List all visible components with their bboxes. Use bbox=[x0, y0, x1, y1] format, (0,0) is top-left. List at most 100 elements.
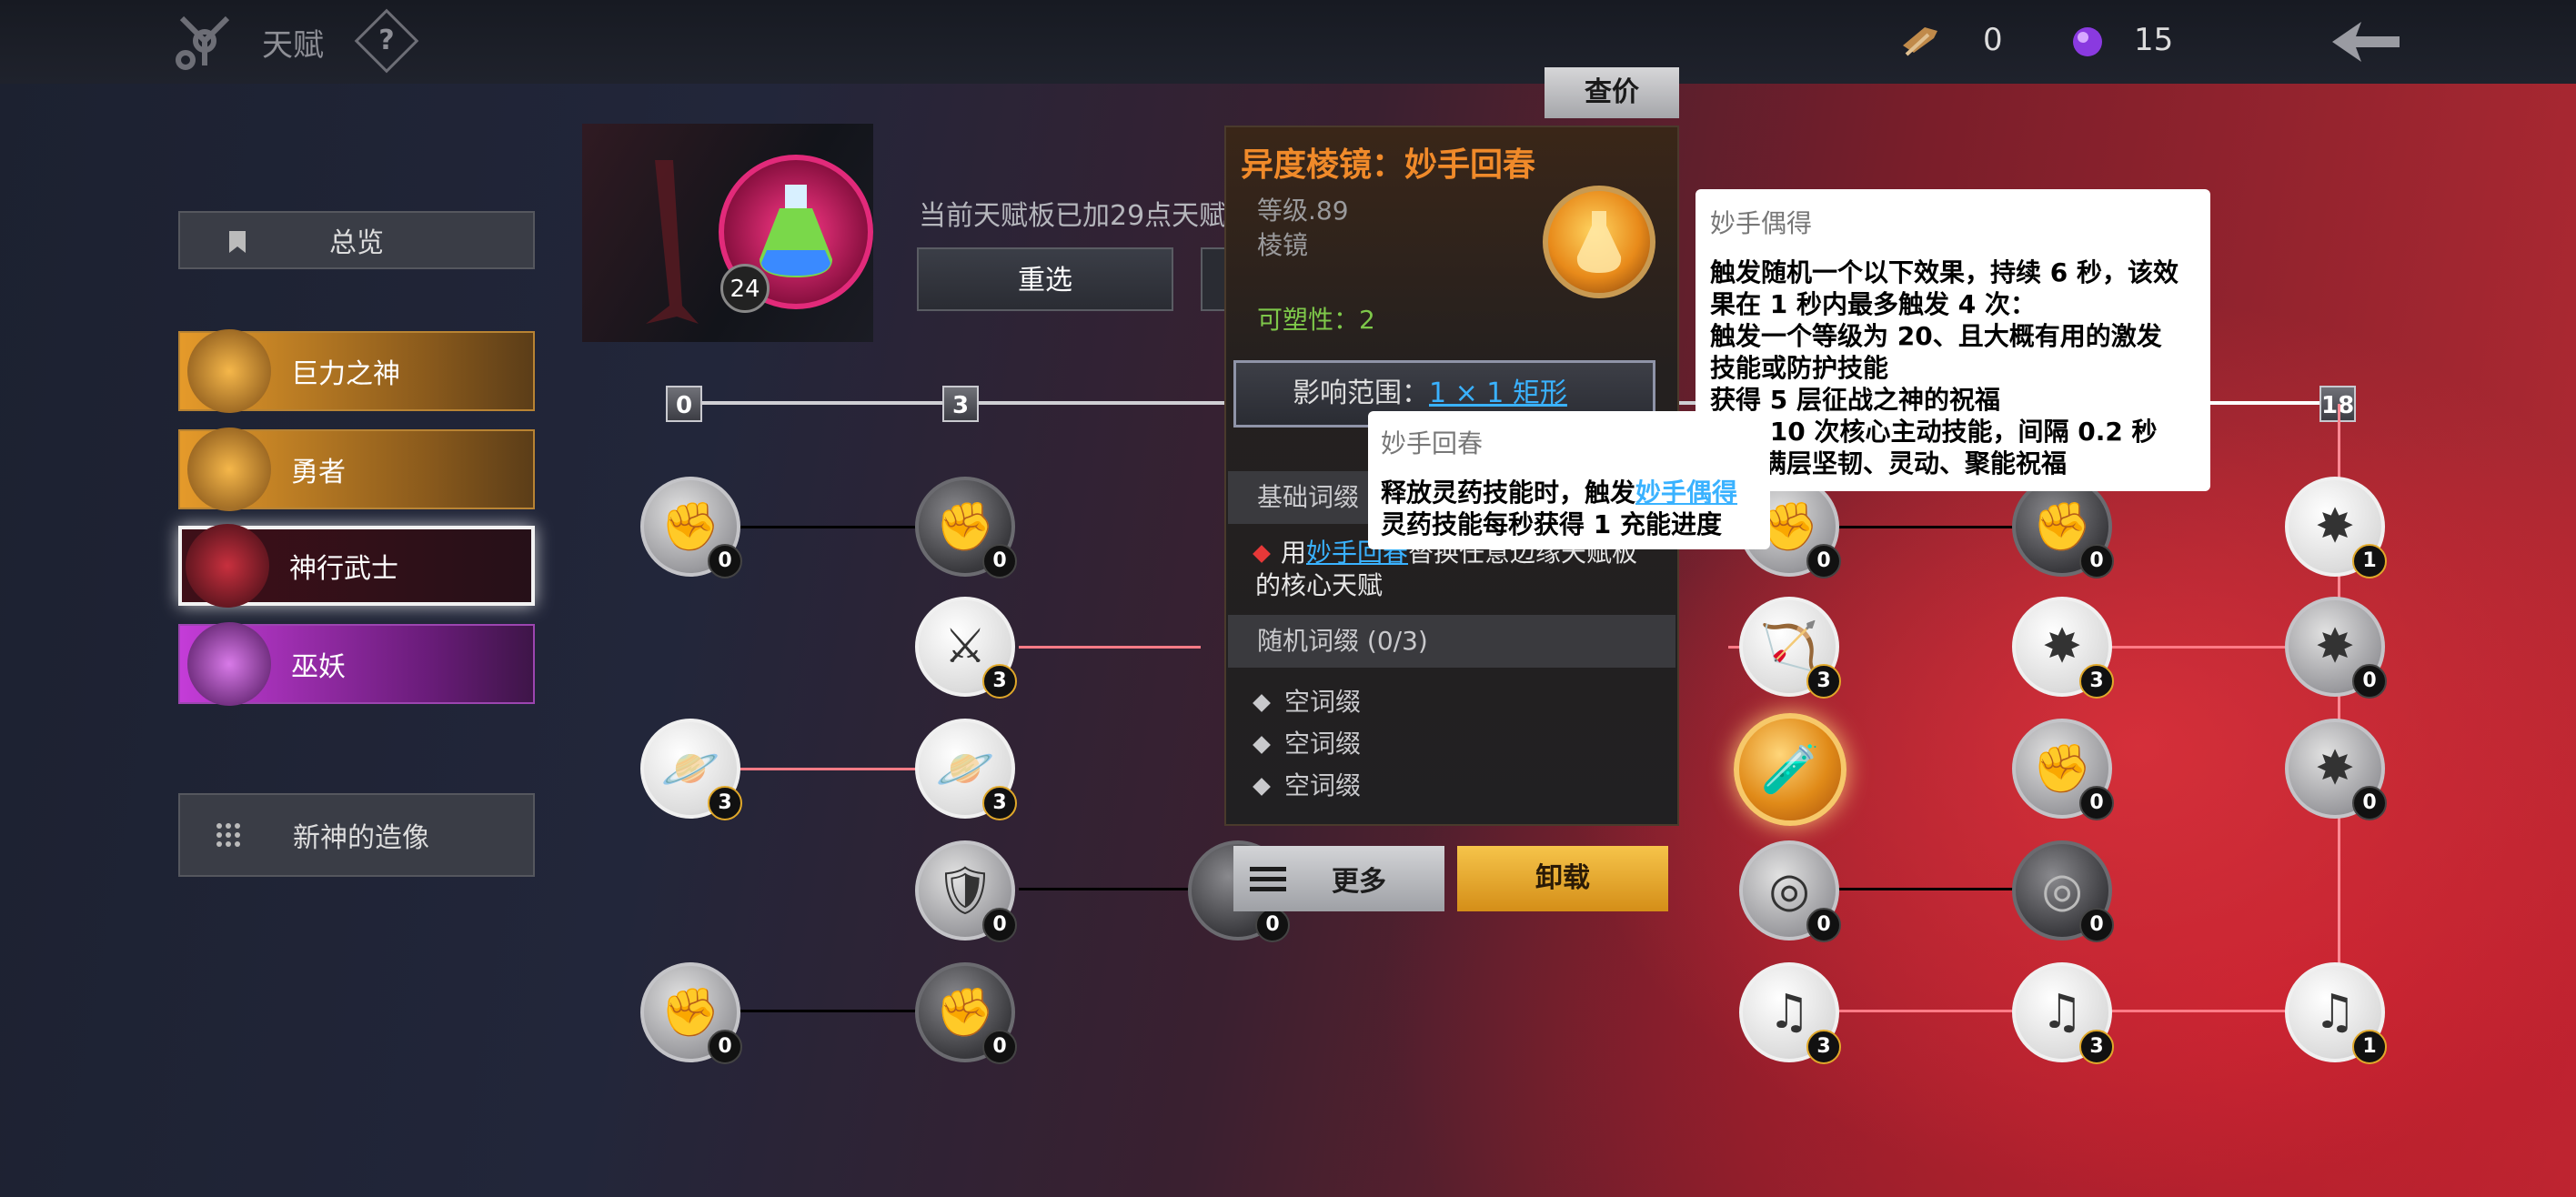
board-level-badge: 24 bbox=[720, 264, 770, 313]
tooltip-line: 获得 5 层征战之神的祝福 bbox=[1710, 385, 2000, 415]
talent-logo-icon bbox=[173, 9, 236, 73]
tooltip-line: 灵药技能每秒获得 1 充能进度 bbox=[1381, 509, 1722, 539]
talent-node[interactable]: 🪐 3 bbox=[915, 719, 1017, 820]
price-check-button[interactable]: 查价 bbox=[1545, 67, 1679, 118]
track-marker-0: 0 bbox=[666, 386, 702, 422]
node-count: 0 bbox=[1255, 908, 1290, 942]
range-value-link[interactable]: 1 × 1 矩形 bbox=[1429, 377, 1567, 409]
node-count: 1 bbox=[2352, 544, 2387, 578]
talent-node[interactable]: ✊ 0 bbox=[915, 962, 1017, 1064]
more-button[interactable]: 更多 bbox=[1233, 846, 1444, 911]
overview-button[interactable]: 总览 bbox=[178, 211, 535, 269]
nav-item-lich[interactable]: 巫妖 bbox=[178, 622, 535, 706]
node-count: 0 bbox=[982, 1030, 1017, 1064]
tooltip-link[interactable]: 妙手偶得 bbox=[1635, 478, 1737, 508]
armor-icon: 🛡 bbox=[934, 863, 996, 919]
node-count: 0 bbox=[708, 544, 742, 578]
item-type: 棱镜 bbox=[1257, 230, 1309, 260]
talent-node[interactable]: ⚔ 3 bbox=[915, 597, 1017, 699]
random-affix-3: 空词缀 bbox=[1253, 766, 1362, 802]
talent-node[interactable]: ♫ 1 bbox=[2285, 962, 2387, 1064]
node-count: 0 bbox=[2079, 544, 2114, 578]
fist-icon: ✊ bbox=[660, 499, 720, 555]
node-count: 1 bbox=[2352, 1030, 2387, 1064]
prism-node-miaoshou-huichun[interactable]: 🧪 bbox=[1734, 713, 1846, 826]
talent-node[interactable]: 🛡 0 bbox=[915, 840, 1017, 942]
talent-node[interactable]: 🏹 3 bbox=[1739, 597, 1841, 699]
fist-icon: ✊ bbox=[935, 499, 995, 555]
connector-line bbox=[737, 526, 919, 528]
connector-line bbox=[2110, 1010, 2292, 1012]
item-title: 异度棱镜：妙手回春 bbox=[1241, 146, 1536, 184]
lich-emblem-icon bbox=[187, 622, 271, 706]
connector-line bbox=[1019, 646, 1201, 649]
tooltip-line: 技能或防护技能 bbox=[1710, 353, 1889, 383]
music-note-icon: ♫ bbox=[2040, 985, 2084, 1040]
connector-line bbox=[1837, 1010, 2019, 1012]
tooltip-title: 妙手偶得 bbox=[1710, 208, 1813, 238]
new-god-statue-button[interactable]: 新神的造像 bbox=[178, 793, 535, 877]
item-level: 等级.89 bbox=[1257, 196, 1349, 226]
talent-node[interactable]: ✊ 0 bbox=[640, 477, 742, 578]
grid-dots-icon bbox=[216, 823, 240, 847]
tooltip-line: 触发 10 次核心主动技能，间隔 0.2 秒 bbox=[1710, 417, 2158, 447]
overview-label: 总览 bbox=[329, 227, 384, 259]
talent-node[interactable]: ✊ 0 bbox=[2012, 477, 2114, 578]
nav-item-label: 勇者 bbox=[291, 457, 346, 488]
connector-line bbox=[737, 1010, 919, 1012]
tooltip-line: 触发随机一个以下效果，持续 6 秒，该效 bbox=[1710, 257, 2179, 287]
talent-node[interactable]: ◎ 0 bbox=[1739, 840, 1841, 942]
talent-node[interactable]: ✸ 0 bbox=[2285, 719, 2387, 820]
bookmark-icon bbox=[229, 231, 246, 253]
music-note-icon: ♫ bbox=[2313, 985, 2357, 1040]
item-plasticity: 可塑性：2 bbox=[1257, 305, 1375, 335]
diamond-icon bbox=[1253, 778, 1271, 796]
node-count: 3 bbox=[982, 786, 1017, 820]
back-arrow-icon[interactable] bbox=[2329, 16, 2401, 67]
node-count: 3 bbox=[982, 664, 1017, 699]
connector-line bbox=[1837, 526, 2019, 528]
connector-line bbox=[1019, 888, 1201, 890]
random-affix-2: 空词缀 bbox=[1253, 724, 1362, 760]
nav-item-divine-warrior[interactable]: 神行武士 bbox=[178, 524, 535, 608]
node-count: 3 bbox=[2079, 1030, 2114, 1064]
affix-label: 空词缀 bbox=[1284, 770, 1362, 800]
talent-node[interactable]: ✊ 0 bbox=[640, 962, 742, 1064]
tooltip-line: 释放灵药技能时，触发妙手偶得 bbox=[1381, 477, 1757, 508]
hero-emblem-icon bbox=[187, 428, 271, 511]
unload-button[interactable]: 卸载 bbox=[1457, 846, 1668, 911]
reselect-button[interactable]: 重选 bbox=[917, 247, 1173, 311]
bow-icon: 🏹 bbox=[1759, 619, 1819, 675]
tooltip-line: 获得满层坚韧、灵动、聚能祝福 bbox=[1710, 448, 2068, 478]
target-icon: ◎ bbox=[2041, 863, 2083, 918]
range-label: 影响范围： bbox=[1293, 377, 1429, 409]
talent-node[interactable]: 🪐 3 bbox=[640, 719, 742, 820]
talent-node[interactable]: ◎ 0 bbox=[2012, 840, 2114, 942]
spear-icon: ⚔ bbox=[943, 619, 987, 674]
track-marker-3: 3 bbox=[942, 386, 979, 422]
tooltip-miaoshou-huichun: 妙手回春 释放灵药技能时，触发妙手偶得 灵药技能每秒获得 1 充能进度 bbox=[1368, 411, 1770, 549]
affix-label: 空词缀 bbox=[1284, 687, 1362, 717]
node-count: 3 bbox=[2079, 664, 2114, 699]
giant-god-emblem-icon bbox=[187, 329, 271, 413]
talent-node[interactable]: ✸ 1 bbox=[2285, 477, 2387, 578]
board-description: 当前天赋板已加29点天赋 bbox=[919, 200, 1227, 232]
talent-node[interactable]: ✸ 0 bbox=[2285, 597, 2387, 699]
node-count: 3 bbox=[708, 786, 742, 820]
tooltip-line: 果在 1 秒内最多触发 4 次： bbox=[1710, 289, 2036, 319]
talent-node[interactable]: ♫ 3 bbox=[2012, 962, 2114, 1064]
nav-item-label: 神行武士 bbox=[289, 553, 398, 585]
fist-icon: ✊ bbox=[2032, 499, 2092, 555]
statue-label: 新神的造像 bbox=[293, 822, 429, 854]
talent-node[interactable]: ✸ 3 bbox=[2012, 597, 2114, 699]
node-count: 0 bbox=[2079, 786, 2114, 820]
talent-node[interactable]: ✊ 0 bbox=[2012, 719, 2114, 820]
nav-item-hero[interactable]: 勇者 bbox=[178, 428, 535, 511]
node-count: 0 bbox=[708, 1030, 742, 1064]
planet-icon: 🪐 bbox=[660, 741, 720, 797]
talent-node[interactable]: ✊ 0 bbox=[915, 477, 1017, 578]
affix-label: 空词缀 bbox=[1284, 729, 1362, 759]
affix-prefix: 用 bbox=[1281, 538, 1307, 568]
nav-item-giant-god[interactable]: 巨力之神 bbox=[178, 329, 535, 413]
talent-node[interactable]: ♫ 3 bbox=[1739, 962, 1841, 1064]
